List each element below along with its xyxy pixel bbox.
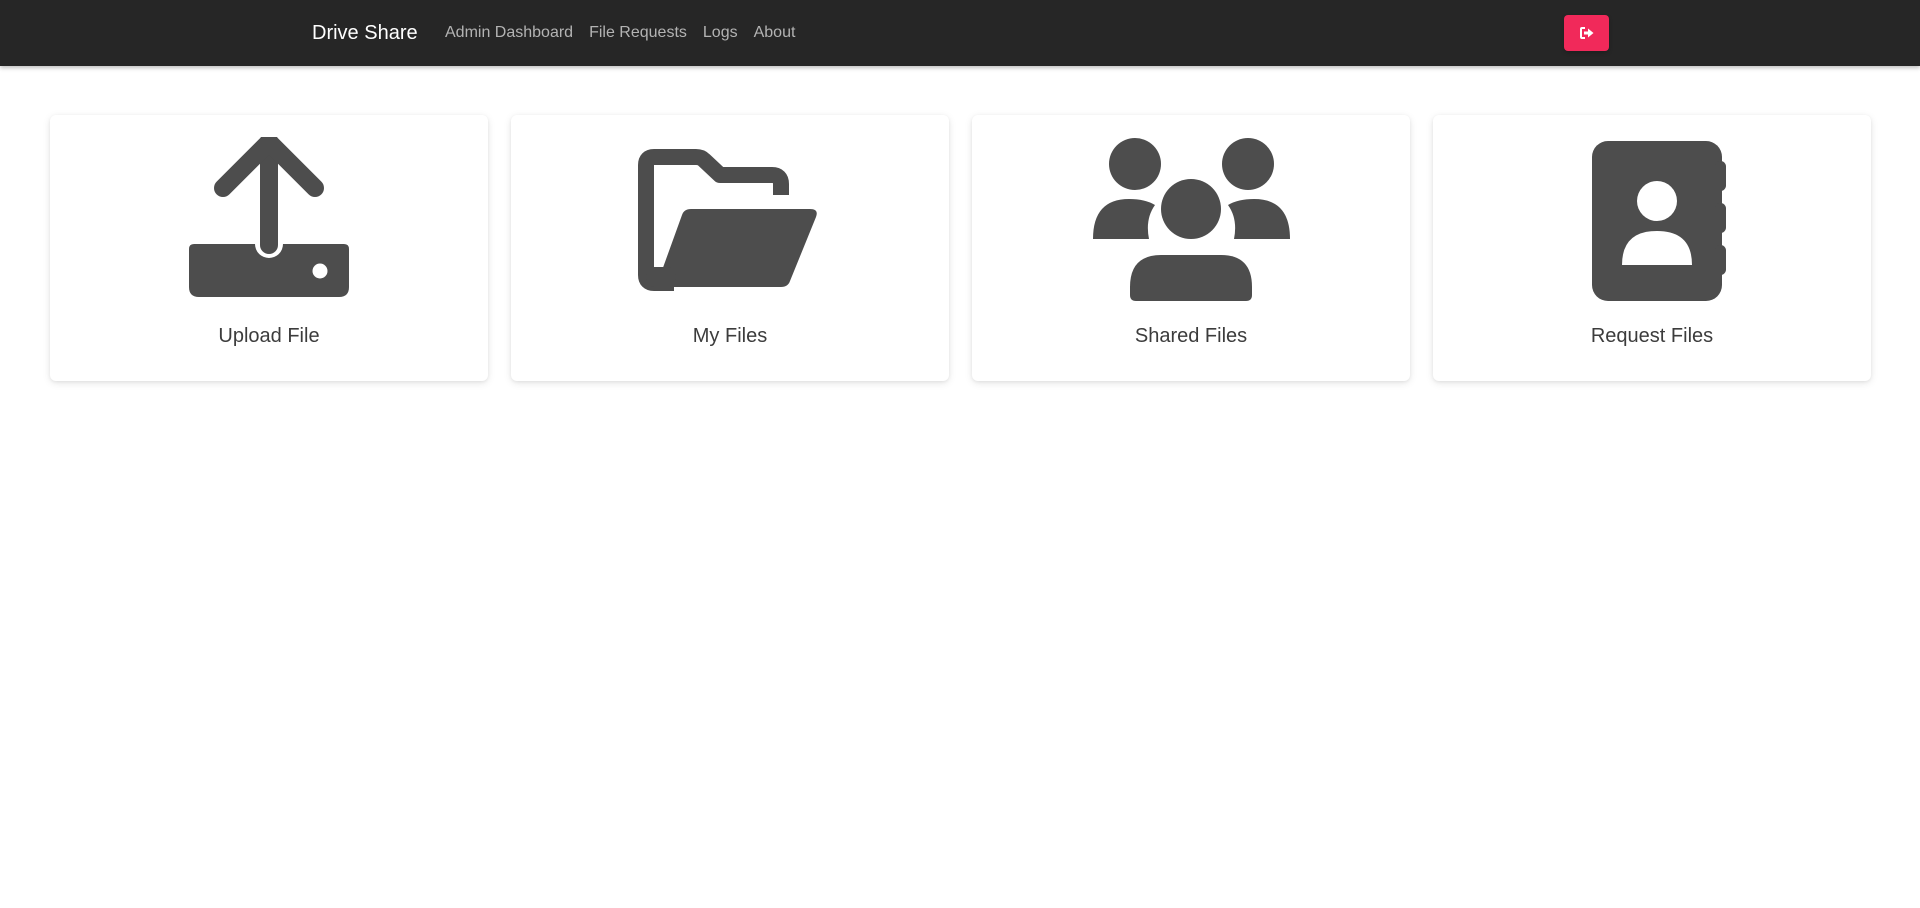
request-files-label: Request Files xyxy=(1590,325,1714,347)
shared-files-card[interactable]: Shared Files xyxy=(972,115,1410,381)
shared-files-label: Shared Files xyxy=(1134,325,1248,347)
nav-links: Admin Dashboard File Requests Logs About xyxy=(445,22,795,44)
upload-file-label: Upload File xyxy=(218,325,320,347)
brand-link[interactable]: Drive Share xyxy=(312,20,418,46)
nav-link-about[interactable]: About xyxy=(754,22,796,44)
nav-link-logs[interactable]: Logs xyxy=(703,22,738,44)
folder-open-icon xyxy=(637,148,817,291)
users-icon xyxy=(1092,137,1290,301)
request-files-card[interactable]: Request Files xyxy=(1433,115,1871,381)
upload-file-card[interactable]: Upload File xyxy=(50,115,488,381)
my-files-label: My Files xyxy=(692,325,768,347)
my-files-card[interactable]: My Files xyxy=(511,115,949,381)
address-book-icon xyxy=(1592,140,1726,301)
logout-button[interactable] xyxy=(1564,15,1609,51)
top-navbar: Drive Share Admin Dashboard File Request… xyxy=(0,0,1920,66)
upload-icon xyxy=(189,136,349,297)
sign-out-icon xyxy=(1579,27,1593,39)
nav-link-file-requests[interactable]: File Requests xyxy=(589,22,687,44)
nav-link-admin-dashboard[interactable]: Admin Dashboard xyxy=(445,22,573,44)
